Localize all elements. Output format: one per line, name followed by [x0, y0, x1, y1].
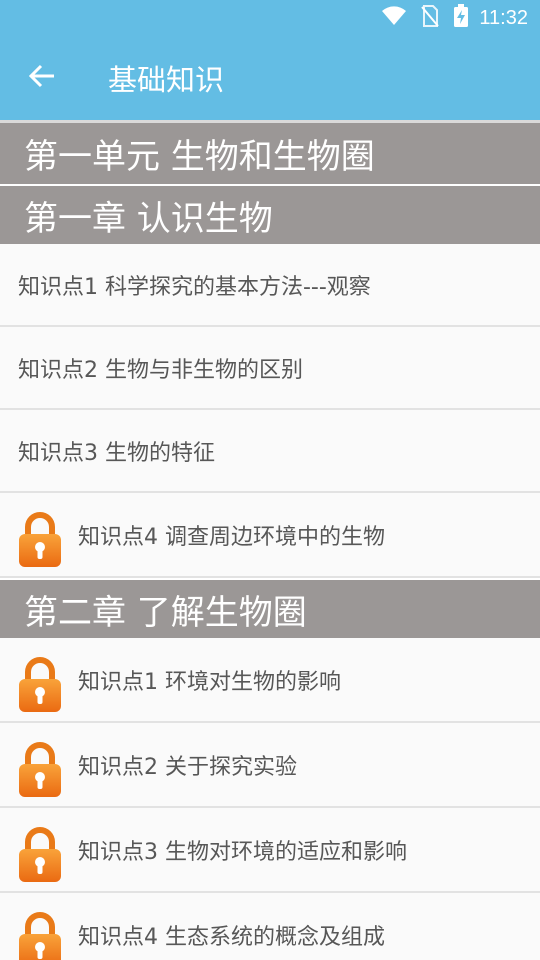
list-item-locked[interactable]: 知识点2 关于探究实验	[0, 723, 540, 808]
no-sim-icon	[421, 5, 440, 31]
toolbar: 基础知识	[0, 36, 540, 120]
list-item-label: 知识点4 调查周边环境中的生物	[78, 524, 385, 550]
list-item-locked[interactable]: 知识点3 生物对环境的适应和影响	[0, 808, 540, 893]
list-item-label: 知识点4 生态系统的概念及组成	[78, 924, 385, 950]
chapter-header: 第一章 认识生物	[0, 184, 540, 244]
lock-icon	[18, 827, 62, 883]
arrow-left-icon	[28, 64, 55, 92]
chapter-header: 第二章 了解生物圈	[0, 578, 540, 638]
list-item-label: 知识点3 生物的特征	[18, 440, 215, 466]
unit-header: 第一单元 生物和生物圈	[0, 120, 540, 184]
list-item-label: 知识点2 关于探究实验	[78, 754, 297, 780]
list-item-label: 知识点3 生物对环境的适应和影响	[78, 839, 407, 865]
wifi-icon	[381, 6, 407, 30]
list-item-locked[interactable]: 知识点4 调查周边环境中的生物	[0, 493, 540, 578]
lock-icon	[18, 512, 62, 568]
lock-icon	[18, 657, 62, 713]
page-title: 基础知识	[108, 63, 225, 97]
list-item[interactable]: 知识点2 生物与非生物的区别	[0, 327, 540, 410]
back-button[interactable]	[14, 50, 70, 106]
list-item-label: 知识点1 环境对生物的影响	[78, 669, 341, 695]
list-item-label: 知识点2 生物与非生物的区别	[18, 357, 303, 383]
list-item-locked[interactable]: 知识点1 环境对生物的影响	[0, 638, 540, 723]
list-item[interactable]: 知识点1 科学探究的基本方法---观察	[0, 244, 540, 327]
list-item-locked[interactable]: 知识点4 生态系统的概念及组成	[0, 893, 540, 960]
lock-icon	[18, 742, 62, 798]
list-item-label: 知识点1 科学探究的基本方法---观察	[18, 274, 371, 300]
status-time: 11:32	[479, 6, 528, 29]
status-bar: 11:32	[0, 0, 540, 36]
knowledge-list[interactable]: 第一单元 生物和生物圈 第一章 认识生物 知识点1 科学探究的基本方法---观察…	[0, 120, 540, 960]
app-screen: 11:32 基础知识 第一单元 生物和生物圈 第一章 认识生物 知识点1 科学探…	[0, 0, 540, 960]
battery-charging-icon	[453, 4, 469, 32]
list-item[interactable]: 知识点3 生物的特征	[0, 410, 540, 493]
lock-icon	[18, 912, 62, 960]
